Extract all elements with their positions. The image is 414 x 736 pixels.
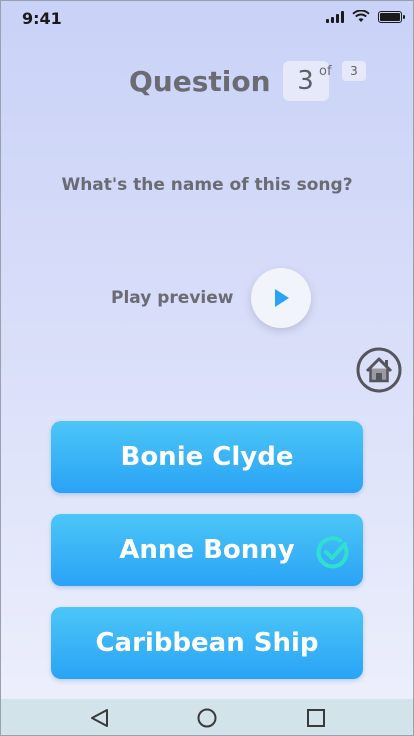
question-text: What's the name of this song? <box>61 175 353 195</box>
home-icon <box>356 347 402 393</box>
answer-label: Caribbean Ship <box>95 628 319 658</box>
home-button[interactable] <box>355 346 403 394</box>
question-header: Question 3 <box>129 60 329 102</box>
check-circle-icon <box>316 536 349 569</box>
nav-back-button[interactable] <box>88 707 110 729</box>
answer-option[interactable]: Caribbean Ship <box>51 607 363 679</box>
triangle-back-icon <box>91 709 108 727</box>
square-recents-icon <box>307 709 325 727</box>
preview-label: Play preview <box>111 288 234 308</box>
play-button[interactable] <box>251 268 312 328</box>
answer-option[interactable]: Bonie Clyde <box>51 421 363 493</box>
answer-label: Anne Bonny <box>119 535 295 565</box>
preview-row: Play preview <box>111 268 312 328</box>
question-label: Question <box>129 64 271 98</box>
answer-option-selected[interactable]: Anne Bonny <box>51 514 363 586</box>
system-nav-bar <box>1 699 413 735</box>
wifi-icon <box>352 10 370 22</box>
answer-label: Bonie Clyde <box>120 442 294 472</box>
question-of-label: of <box>319 64 332 79</box>
nav-recents-button[interactable] <box>305 707 327 729</box>
question-total: 3 <box>342 61 366 81</box>
nav-home-button[interactable] <box>196 707 218 729</box>
status-time: 9:41 <box>22 9 62 28</box>
circle-home-icon <box>197 708 217 728</box>
play-icon <box>275 289 290 307</box>
signal-icon <box>326 10 344 23</box>
status-icons <box>326 10 405 23</box>
battery-icon <box>378 10 405 23</box>
status-bar: 9:41 <box>0 0 414 36</box>
